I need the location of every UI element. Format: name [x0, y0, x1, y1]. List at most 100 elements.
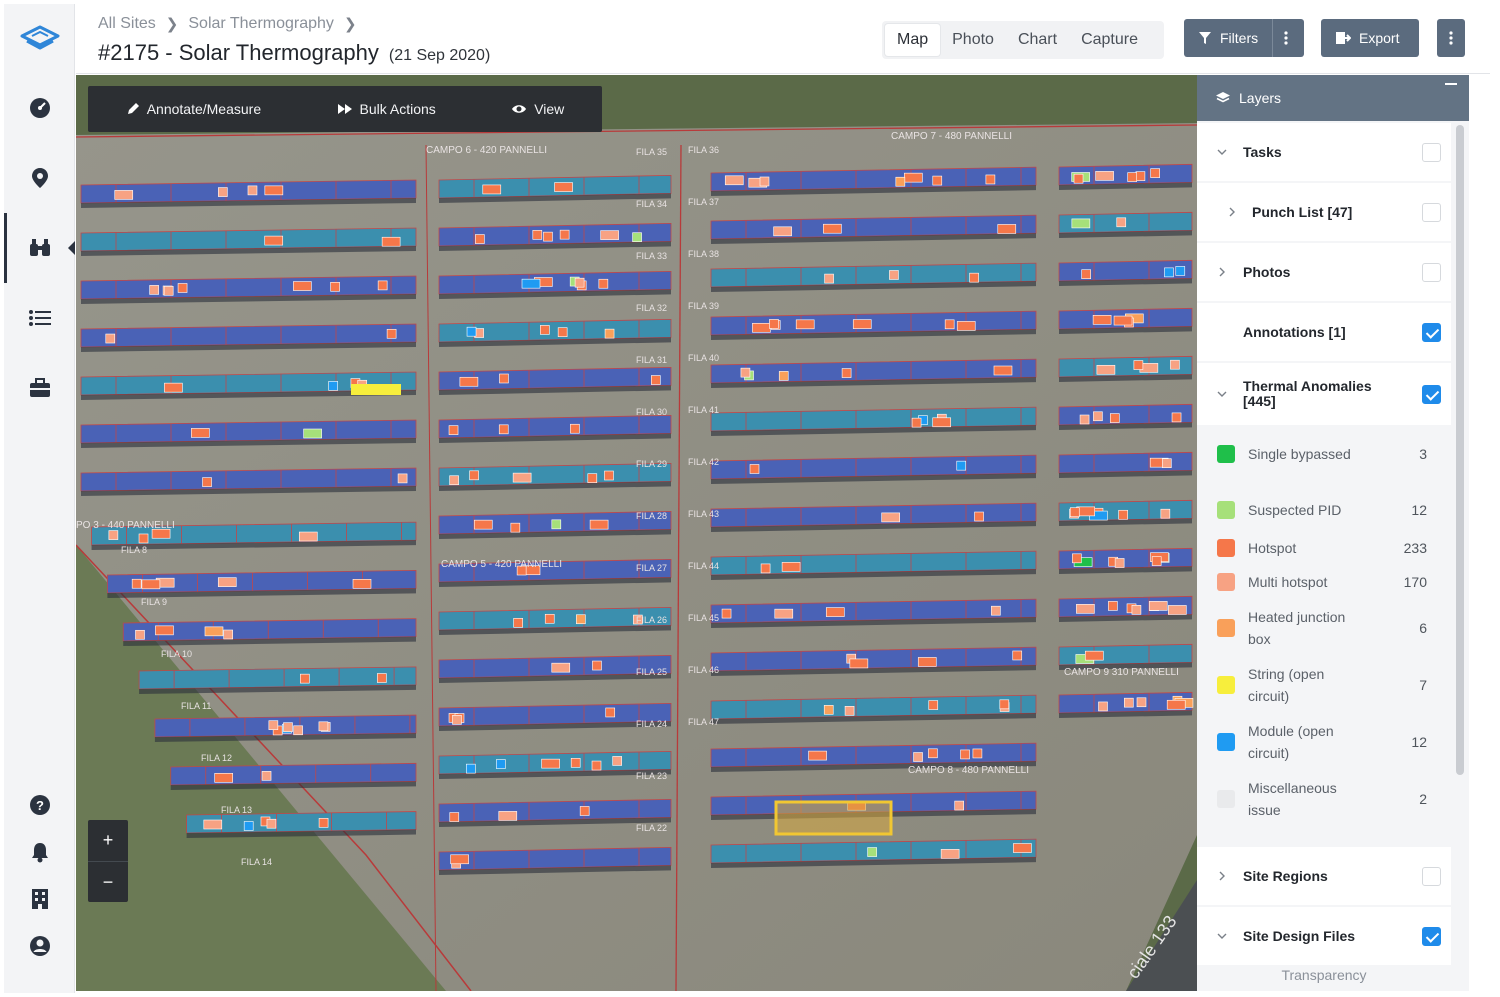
anomaly-marker[interactable] — [1151, 556, 1162, 566]
anomaly-marker[interactable] — [1109, 413, 1120, 423]
anomaly-marker[interactable] — [300, 673, 310, 684]
layer-checkbox-annotations[interactable] — [1422, 322, 1441, 342]
anomaly-marker[interactable] — [1096, 364, 1116, 375]
anomaly-marker[interactable] — [217, 577, 237, 587]
anomaly-marker[interactable] — [264, 185, 284, 196]
anomaly-marker[interactable] — [164, 382, 183, 393]
anomaly-marker[interactable] — [600, 230, 619, 240]
anomaly-marker[interactable] — [969, 272, 979, 283]
anomaly-marker[interactable] — [913, 752, 923, 762]
tab-photo[interactable]: Photo — [940, 24, 1006, 56]
anomaly-marker[interactable] — [450, 854, 469, 865]
anomaly-marker[interactable] — [293, 725, 303, 736]
anomaly-marker[interactable] — [932, 417, 952, 428]
anomaly-marker[interactable] — [554, 182, 573, 192]
anomaly-marker[interactable] — [318, 818, 329, 828]
anomaly-marker[interactable] — [1171, 412, 1182, 423]
anomaly-marker[interactable] — [449, 475, 459, 486]
anomaly-marker[interactable] — [449, 812, 460, 822]
anomaly-marker[interactable] — [1079, 414, 1090, 425]
layer-row-punch-list[interactable]: Punch List [47] — [1197, 183, 1451, 241]
anomaly-marker[interactable] — [452, 715, 462, 725]
anomaly-marker[interactable] — [283, 722, 293, 732]
anomaly-marker[interactable] — [1175, 266, 1186, 276]
anomaly-marker[interactable] — [759, 176, 770, 187]
anomaly-marker[interactable] — [544, 613, 555, 624]
anomaly-marker[interactable] — [1012, 650, 1023, 661]
anomaly-marker[interactable] — [397, 473, 408, 484]
anomaly-marker[interactable] — [1162, 458, 1172, 469]
anomaly-marker[interactable] — [1113, 315, 1133, 326]
layer-checkbox-site-design-files[interactable] — [1422, 926, 1441, 946]
anomaly-marker[interactable] — [774, 608, 794, 619]
user-account-icon[interactable] — [4, 924, 75, 968]
bell-icon[interactable] — [4, 830, 75, 874]
anomaly-marker[interactable] — [381, 236, 401, 247]
anomaly-marker[interactable] — [795, 319, 815, 330]
anomaly-marker[interactable] — [773, 226, 792, 237]
anomaly-marker[interactable] — [911, 417, 922, 428]
anomaly-marker[interactable] — [928, 700, 939, 710]
anomaly-marker[interactable] — [1136, 697, 1147, 708]
anomaly-marker[interactable] — [469, 470, 479, 481]
anomaly-marker[interactable] — [604, 328, 615, 339]
breadcrumb-all-sites[interactable]: All Sites — [98, 15, 156, 33]
bulk-actions-button[interactable]: Bulk Actions — [337, 101, 436, 117]
anomaly-marker[interactable] — [587, 473, 598, 483]
dashboard-icon[interactable] — [4, 86, 75, 130]
anomaly-marker[interactable] — [749, 464, 760, 474]
anomaly-marker[interactable] — [243, 821, 254, 831]
anomaly-marker[interactable] — [589, 519, 609, 530]
anomaly-marker[interactable] — [1150, 168, 1160, 178]
binoculars-icon[interactable] — [4, 213, 75, 283]
anomaly-marker[interactable] — [570, 758, 581, 768]
anomaly-marker[interactable] — [105, 333, 116, 344]
thermography-map-canvas[interactable]: CAMPO 6 - 420 PANNELLI CAMPO 7 - 480 PAN… — [76, 75, 1197, 991]
layer-checkbox-punch-list[interactable] — [1422, 202, 1441, 222]
legend-item-multi-hotspot[interactable]: Multi hotspot 170 — [1197, 563, 1451, 601]
app-logo[interactable] — [4, 4, 75, 74]
anomaly-marker[interactable] — [985, 174, 996, 185]
anomaly-marker[interactable] — [974, 511, 984, 522]
anomaly-marker[interactable] — [1084, 650, 1104, 661]
anomaly-marker[interactable] — [466, 763, 476, 774]
tab-capture[interactable]: Capture — [1069, 24, 1150, 56]
anomaly-marker[interactable] — [769, 319, 779, 329]
filters-button[interactable]: Filters — [1184, 19, 1304, 57]
anomaly-marker[interactable] — [499, 373, 509, 384]
anomaly-marker[interactable] — [1160, 508, 1171, 519]
anomaly-marker[interactable] — [592, 660, 602, 671]
anomaly-marker[interactable] — [177, 283, 188, 293]
anomaly-marker[interactable] — [540, 325, 550, 335]
anomaly-marker[interactable] — [138, 533, 149, 544]
anomaly-marker[interactable] — [752, 322, 771, 333]
site-map[interactable]: CAMPO 6 - 420 PANNELLI CAMPO 7 - 480 PAN… — [76, 75, 1197, 991]
chevron-down-icon[interactable] — [1217, 389, 1227, 399]
filters-more-icon[interactable] — [1272, 19, 1298, 57]
anomaly-marker[interactable] — [543, 231, 553, 242]
anomaly-marker[interactable] — [498, 811, 518, 821]
anomaly-marker[interactable] — [510, 522, 521, 533]
anomaly-marker[interactable] — [482, 184, 502, 195]
anomaly-marker[interactable] — [740, 367, 751, 378]
anomaly-marker[interactable] — [1166, 699, 1186, 710]
tab-map[interactable]: Map — [885, 24, 941, 56]
anomaly-marker[interactable] — [475, 234, 485, 244]
zoom-out-button[interactable]: − — [88, 861, 128, 902]
list-icon[interactable] — [4, 296, 75, 340]
anomaly-marker[interactable] — [1127, 172, 1138, 182]
anomaly-marker[interactable] — [778, 371, 789, 381]
anomaly-marker[interactable] — [956, 321, 976, 331]
anomaly-marker[interactable] — [895, 176, 906, 187]
anomaly-marker[interactable] — [459, 376, 479, 387]
anomaly-marker[interactable] — [849, 658, 869, 669]
anomaly-marker[interactable] — [903, 172, 923, 183]
anomaly-marker[interactable] — [1124, 697, 1134, 708]
anomaly-marker[interactable] — [999, 699, 1010, 710]
anomaly-marker[interactable] — [917, 657, 937, 667]
anomaly-marker[interactable] — [352, 579, 372, 589]
anomaly-marker[interactable] — [1081, 269, 1091, 280]
legend-item-hotspot[interactable]: Hotspot 233 — [1197, 529, 1451, 567]
anomaly-marker[interactable] — [1108, 601, 1118, 611]
anomaly-marker[interactable] — [852, 319, 872, 329]
